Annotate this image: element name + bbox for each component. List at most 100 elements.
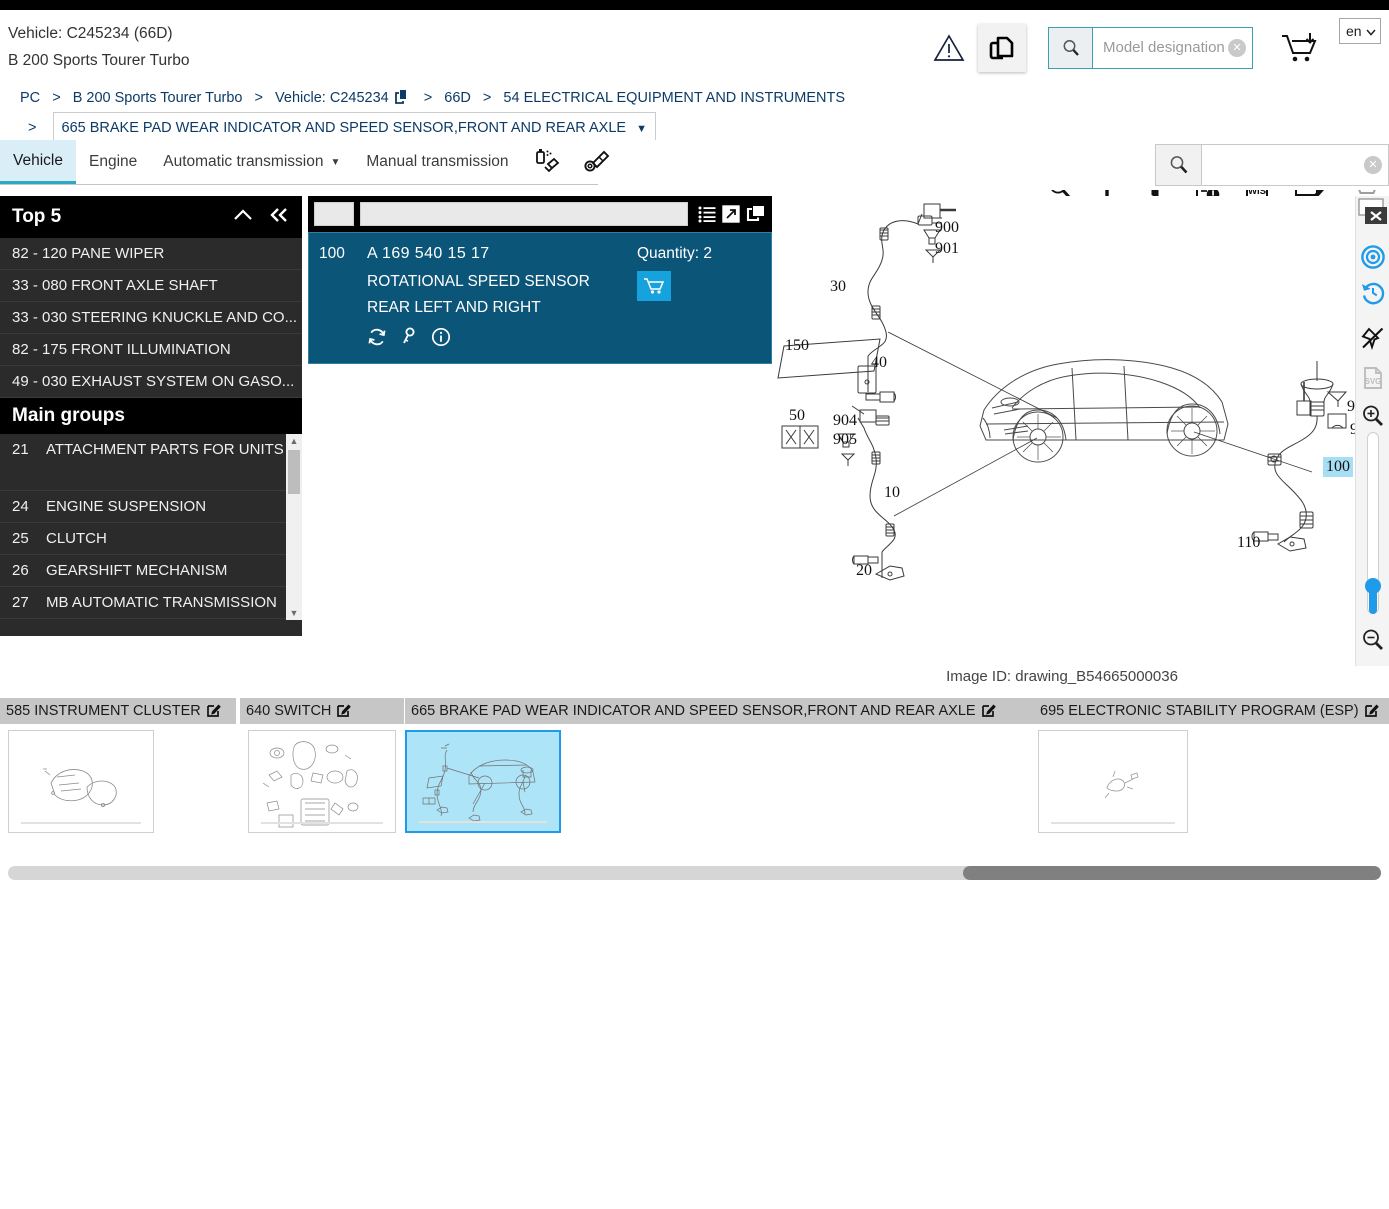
chevron-up-icon[interactable] — [232, 206, 254, 229]
add-to-cart-icon[interactable] — [1279, 30, 1321, 66]
edit-icon[interactable] — [981, 702, 997, 721]
top5-item-2[interactable]: 33 - 030 STEERING KNUCKLE AND CO... — [0, 302, 302, 334]
search-icon[interactable] — [1156, 145, 1202, 185]
zoom-out-icon[interactable] — [1356, 623, 1389, 657]
language-selector[interactable]: en — [1339, 18, 1381, 44]
thumbnail-label: 585 INSTRUMENT CLUSTER — [6, 703, 201, 719]
tab-automatic-transmission-label: Automatic transmission — [163, 153, 324, 170]
model-search-placeholder: Model designation — [1103, 39, 1225, 56]
diagram-label-100[interactable]: 100 — [1323, 457, 1353, 477]
thumbnail-585[interactable]: 585 INSTRUMENT CLUSTER — [0, 698, 236, 833]
main-group-number: 21 — [12, 441, 29, 458]
main-group-item-27[interactable]: 27 MB AUTOMATIC TRANSMISSION — [0, 587, 286, 619]
main-group-item-21[interactable]: 21 ATTACHMENT PARTS FOR UNITS — [0, 434, 286, 491]
part-description-line1: ROTATIONAL SPEED SENSOR — [367, 273, 590, 290]
parts-filter-wide-input[interactable] — [360, 202, 688, 226]
zoom-slider-knob[interactable] — [1365, 578, 1381, 594]
target-center-icon[interactable] — [1356, 240, 1389, 274]
thumbnail-title-665[interactable]: 665 BRAKE PAD WEAR INDICATOR AND SPEED S… — [405, 698, 1034, 724]
close-window-icon[interactable] — [1356, 196, 1389, 230]
thumbnail-image-695[interactable] — [1038, 730, 1188, 833]
main-group-item-26[interactable]: 26 GEARSHIFT MECHANISM — [0, 555, 286, 587]
warning-triangle-icon[interactable] — [932, 31, 966, 65]
thumbnail-title-585[interactable]: 585 INSTRUMENT CLUSTER — [0, 698, 236, 724]
paint-spray-icon[interactable] — [522, 140, 572, 184]
parts-panel-body[interactable]: 100 A 169 540 15 17 ROTATIONAL SPEED SEN… — [308, 232, 772, 364]
copy-small-icon[interactable] — [394, 88, 410, 114]
breadcrumb-item-group[interactable]: 54 ELECTRICAL EQUIPMENT AND INSTRUMENTS — [503, 85, 845, 111]
clear-circle-icon[interactable]: ✕ — [1364, 156, 1382, 174]
tools-icon[interactable] — [572, 140, 622, 184]
model-search-field[interactable]: Model designation ✕ — [1093, 28, 1252, 68]
parts-panel: 100 A 169 540 15 17 ROTATIONAL SPEED SEN… — [308, 196, 772, 364]
edit-icon[interactable] — [337, 702, 352, 721]
thumbnail-image-665[interactable] — [405, 730, 561, 833]
horizontal-scrollbar[interactable] — [8, 866, 1381, 880]
breadcrumb-item-model[interactable]: B 200 Sports Tourer Turbo — [73, 85, 243, 111]
diagram-label-30: 30 — [830, 278, 846, 295]
main-groups-scrollbar[interactable]: ▲ ▼ — [286, 434, 302, 620]
thumbnail-image-640[interactable] — [248, 730, 396, 833]
model-search-box[interactable]: Model designation ✕ — [1048, 26, 1253, 69]
thumbnail-640[interactable]: 640 SWITCH — [240, 698, 404, 833]
scrollbar-thumb[interactable] — [288, 450, 300, 494]
chevron-down-icon — [1366, 23, 1376, 39]
breadcrumb-separator: > — [423, 90, 433, 106]
thumbnail-title-640[interactable]: 640 SWITCH — [240, 698, 404, 724]
triangle-down-icon[interactable]: ▼ — [286, 606, 302, 620]
diagram-label-20: 20 — [856, 562, 872, 579]
expand-icon[interactable] — [722, 205, 740, 223]
breadcrumb-item-pc[interactable]: PC — [20, 85, 40, 111]
add-to-cart-icon[interactable] — [637, 271, 671, 301]
tab-manual-transmission[interactable]: Manual transmission — [353, 140, 521, 184]
tab-engine-label: Engine — [88, 153, 138, 170]
top5-item-0[interactable]: 82 - 120 PANE WIPER — [0, 238, 302, 270]
edit-icon[interactable] — [206, 702, 222, 721]
search-icon[interactable] — [1049, 27, 1093, 68]
tab-bar: Vehicle Engine Automatic transmission ▼ … — [0, 140, 1389, 190]
zoom-in-icon[interactable] — [1356, 399, 1389, 433]
pin-off-icon[interactable] — [1356, 321, 1389, 355]
list-view-icon[interactable] — [698, 205, 716, 223]
tab-vehicle[interactable]: Vehicle — [0, 140, 76, 184]
horizontal-scrollbar-thumb[interactable] — [963, 866, 1381, 880]
top5-item-4[interactable]: 49 - 030 EXHAUST SYSTEM ON GASO... — [0, 366, 302, 398]
info-circle-icon[interactable] — [431, 327, 451, 347]
breadcrumb: PC > B 200 Sports Tourer Turbo > Vehicle… — [20, 85, 1069, 114]
tab-engine[interactable]: Engine — [76, 140, 150, 184]
key-icon[interactable] — [401, 327, 417, 347]
parts-panel-header — [308, 196, 772, 232]
diagram-label-9a: 9 — [1347, 398, 1355, 415]
edit-icon[interactable] — [1364, 702, 1380, 721]
thumbnail-title-695[interactable]: 695 ELECTRONIC STABILITY PROGRAM (ESP) — [1034, 698, 1389, 724]
chevron-double-left-icon[interactable] — [268, 206, 290, 229]
main-group-item-24[interactable]: 24 ENGINE SUSPENSION — [0, 491, 286, 523]
top5-item-1[interactable]: 33 - 080 FRONT AXLE SHAFT — [0, 270, 302, 302]
top5-item-3[interactable]: 82 - 175 FRONT ILLUMINATION — [0, 334, 302, 366]
duplicate-icon[interactable] — [746, 205, 766, 223]
part-description-line2: REAR LEFT AND RIGHT — [367, 299, 541, 316]
tab-automatic-transmission[interactable]: Automatic transmission ▼ — [150, 140, 353, 184]
thumbnail-label: 665 BRAKE PAD WEAR INDICATOR AND SPEED S… — [411, 703, 976, 719]
diagram-label-50: 50 — [789, 407, 805, 424]
breadcrumb-item-vehicle[interactable]: Vehicle: C245234 — [275, 85, 389, 111]
thumbnail-label: 640 SWITCH — [246, 703, 332, 719]
breadcrumb-separator: > — [482, 90, 492, 106]
parts-search-input[interactable]: ✕ — [1202, 145, 1388, 185]
thumbnail-695[interactable]: 695 ELECTRONIC STABILITY PROGRAM (ESP) — [1034, 698, 1389, 833]
main-group-item-25[interactable]: 25 CLUTCH — [0, 523, 286, 555]
thumbnail-665[interactable]: 665 BRAKE PAD WEAR INDICATOR AND SPEED S… — [405, 698, 1034, 833]
parts-diagram-canvas[interactable]: 900 901 30 150 40 50 904 905 10 20 9 9 1… — [772, 196, 1389, 666]
parts-search-box[interactable]: ✕ — [1155, 144, 1389, 186]
parts-filter-small-input[interactable] — [314, 202, 354, 226]
triangle-up-icon[interactable]: ▲ — [286, 434, 302, 448]
thumbnail-image-585[interactable] — [8, 730, 154, 833]
top-black-strip — [0, 0, 1389, 10]
refresh-icon[interactable] — [367, 327, 387, 347]
history-undo-icon[interactable] — [1356, 276, 1389, 310]
main-group-label: ENGINE SUSPENSION — [46, 498, 207, 515]
clear-circle-icon[interactable]: ✕ — [1228, 38, 1246, 57]
copy-documents-icon[interactable] — [978, 23, 1026, 72]
thumbnail-rule — [1050, 822, 1176, 824]
breadcrumb-item-66d[interactable]: 66D — [444, 85, 471, 111]
